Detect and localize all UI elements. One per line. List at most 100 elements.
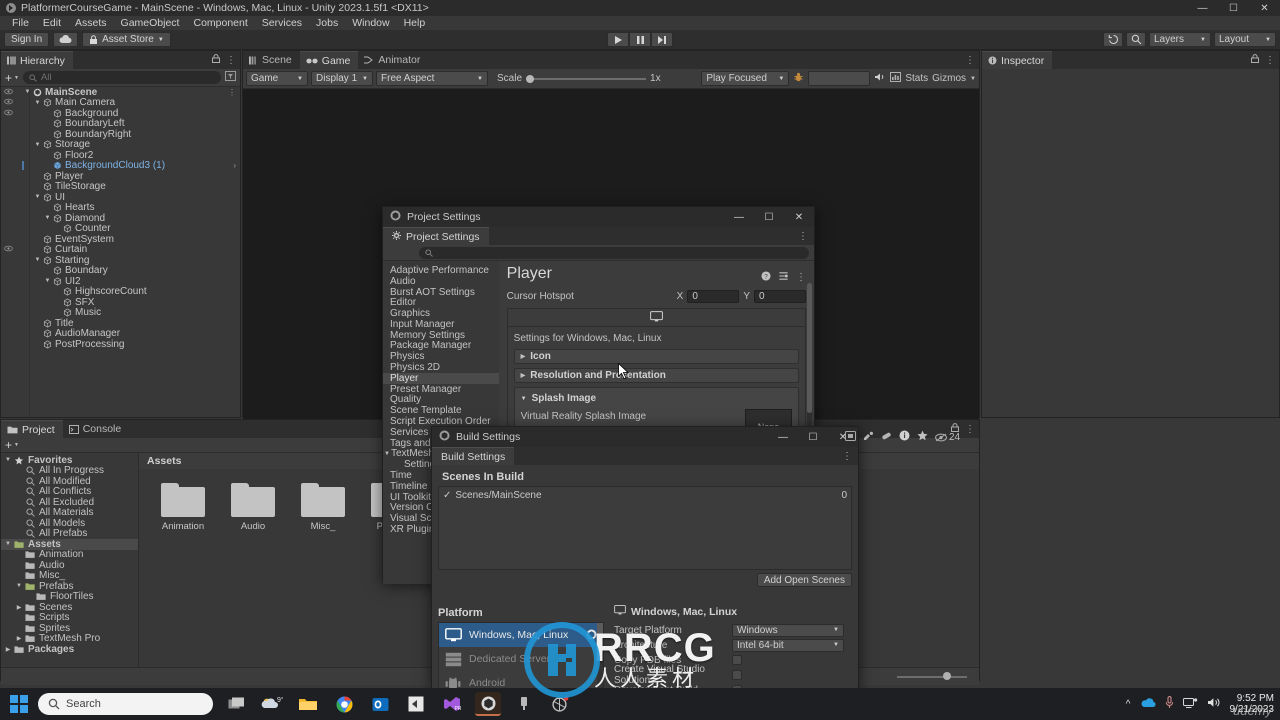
task-view-icon[interactable] [223, 692, 249, 716]
standalone-platform-icon[interactable] [649, 310, 663, 325]
add-gameobject-button[interactable]: + [5, 72, 12, 84]
build-option-checkbox-copy-pdb-files[interactable] [732, 655, 742, 665]
hierarchy-item-player[interactable]: ▼ Player [1, 171, 240, 182]
project-tree-item-scripts[interactable]: Scripts [1, 612, 138, 623]
menu-component[interactable]: Component [186, 16, 254, 30]
chevron-down-icon[interactable]: ▼ [970, 76, 976, 82]
hierarchy-item-floor2[interactable]: ▼ Floor2 [1, 150, 240, 161]
project-tree-item-all-models[interactable]: All Models [1, 518, 138, 529]
hierarchy-filter-icon[interactable] [225, 71, 236, 84]
chevron-down-icon[interactable]: ▼ [33, 194, 42, 200]
chevron-down-icon[interactable]: ▼ [383, 451, 391, 457]
foldout-splash-header[interactable]: ▼ Splash Image [521, 393, 792, 404]
visibility-toggle-icon[interactable] [4, 88, 13, 97]
chevron-down-icon[interactable]: ▼ [33, 100, 42, 106]
scale-slider-knob[interactable] [526, 74, 535, 83]
kebab-menu-icon[interactable]: ⋮ [226, 55, 236, 66]
close-button[interactable]: ✕ [1249, 0, 1280, 16]
asset-zoom-knob[interactable] [943, 672, 951, 680]
unity-icon[interactable] [475, 692, 501, 716]
asset-item-animation[interactable]: Animation [157, 483, 209, 532]
gizmos-label[interactable]: Gizmos [932, 73, 966, 84]
sign-in-button[interactable]: Sign In [4, 32, 50, 47]
gameview-mode-dropdown[interactable]: Game ▼ [246, 71, 308, 86]
visual-studio-icon[interactable]: PRO [439, 692, 465, 716]
project-tree-item-prefabs[interactable]: ▼ Prefabs [1, 581, 138, 592]
project-tree-item-all-materials[interactable]: All Materials [1, 507, 138, 518]
settings-category-scene-template[interactable]: Scene Template [383, 405, 499, 416]
hierarchy-item-audiomanager[interactable]: ▼ AudioManager [1, 328, 240, 339]
add-open-scenes-button[interactable]: Add Open Scenes [756, 573, 852, 587]
hierarchy-item-eventsystem[interactable]: ▼ EventSystem [1, 234, 240, 245]
menu-services[interactable]: Services [255, 16, 309, 30]
bug-icon[interactable] [793, 72, 804, 86]
tab-project-settings[interactable]: Project Settings [383, 227, 489, 245]
menu-gameobject[interactable]: GameObject [114, 16, 187, 30]
hierarchy-item-music[interactable]: ▼ Music [1, 307, 240, 318]
chevron-right-icon[interactable]: ▶ [14, 604, 24, 611]
settings-category-quality[interactable]: Quality [383, 394, 499, 405]
onedrive-icon[interactable] [1140, 697, 1156, 711]
hierarchy-tree[interactable]: ▼MainScene⋮▼Main Camera▼Background▼Bound… [1, 87, 240, 417]
visibility-toggle-icon[interactable] [4, 98, 13, 107]
scene-list-item[interactable]: ✓ Scenes/MainScene 0 [443, 490, 847, 501]
asset-store-button[interactable]: Asset Store ▼ [82, 32, 171, 47]
scale-slider[interactable] [526, 74, 647, 83]
project-folder-tree[interactable]: ▼ Favorites All In Progress All Modified All… [1, 453, 139, 667]
ps-maximize-button[interactable]: ☐ [754, 207, 784, 227]
network-icon[interactable] [1182, 697, 1198, 712]
chrome-icon[interactable] [331, 692, 357, 716]
star-icon[interactable] [917, 430, 928, 444]
project-tree-item-all-conflicts[interactable]: All Conflicts [1, 486, 138, 497]
stats-label[interactable]: Stats [905, 73, 928, 84]
preset-icon[interactable] [778, 271, 789, 284]
chevron-down-icon[interactable]: ▼ [43, 278, 52, 284]
settings-category-graphics[interactable]: Graphics [383, 308, 499, 319]
tab-scene[interactable]: Scene [243, 51, 300, 69]
project-tree-item-floortiles[interactable]: FloorTiles [1, 591, 138, 602]
asset-item-audio[interactable]: Audio [227, 483, 279, 532]
hierarchy-item-storage[interactable]: ▼ Storage [1, 139, 240, 150]
hierarchy-search-input[interactable]: All [22, 71, 221, 84]
tab-game[interactable]: Game [299, 51, 359, 69]
hierarchy-item-postprocessing[interactable]: ▼ PostProcessing [1, 339, 240, 350]
taskbar-search-input[interactable]: Search [38, 693, 213, 715]
settings-category-player[interactable]: Player [383, 373, 499, 384]
project-tree-item-favorites[interactable]: ▼ Favorites [1, 455, 138, 466]
scenes-in-build-list[interactable]: ✓ Scenes/MainScene 0 [438, 486, 852, 570]
search-icon[interactable] [1126, 32, 1146, 47]
layers-dropdown[interactable]: Layers ▼ [1149, 32, 1211, 47]
project-tree-item-all-in-progress[interactable]: All In Progress [1, 465, 138, 476]
hierarchy-item-tilestorage[interactable]: ▼ TileStorage [1, 181, 240, 192]
hierarchy-item-starting[interactable]: ▼ Starting [1, 255, 240, 266]
project-settings-scroll-thumb[interactable] [807, 283, 812, 413]
scene-checkbox[interactable]: ✓ [443, 490, 451, 501]
visibility-toggle-icon[interactable] [4, 245, 13, 254]
hierarchy-item-highscorecount[interactable]: ▼ HighscoreCount [1, 286, 240, 297]
hierarchy-item-mainscene[interactable]: ▼ MainScene ⋮ [1, 87, 240, 98]
tab-animator[interactable]: Animator [358, 51, 428, 69]
hierarchy-item-boundary[interactable]: ▼ Boundary [1, 265, 240, 276]
build-option-dropdown-architecture[interactable]: Intel 64-bit ▼ [732, 638, 844, 652]
hierarchy-item-boundaryleft[interactable]: ▼ BoundaryLeft [1, 118, 240, 129]
project-settings-search-input[interactable] [419, 246, 809, 259]
ps-minimize-button[interactable]: — [724, 207, 754, 227]
platform-option-dedicated-server[interactable]: Dedicated Server [439, 647, 603, 671]
chevron-down-icon[interactable]: ▼ [14, 75, 19, 81]
asset-zoom-slider[interactable] [897, 672, 967, 680]
paint-icon[interactable] [863, 431, 874, 444]
chevron-right-icon[interactable]: ▶ [14, 635, 24, 642]
settings-category-editor[interactable]: Editor [383, 297, 499, 308]
visibility-toggle-icon[interactable] [4, 109, 13, 118]
build-option-checkbox-create-visual-studio-solution[interactable] [732, 670, 742, 680]
hierarchy-item-ui2[interactable]: ▼ UI2 [1, 276, 240, 287]
kebab-menu-icon[interactable]: ⋮ [965, 55, 975, 66]
project-tree-item-misc[interactable]: Misc_ [1, 570, 138, 581]
maximize-button[interactable]: ☐ [1218, 0, 1249, 16]
project-add-button[interactable]: + [5, 439, 12, 451]
cursor-x-input[interactable]: 0 [687, 290, 740, 303]
chevron-down-icon[interactable]: ▼ [33, 257, 42, 263]
chevron-down-icon[interactable]: ▼ [43, 215, 52, 221]
bs-maximize-button[interactable]: ☐ [798, 427, 828, 447]
tab-build-settings[interactable]: Build Settings [432, 447, 515, 465]
